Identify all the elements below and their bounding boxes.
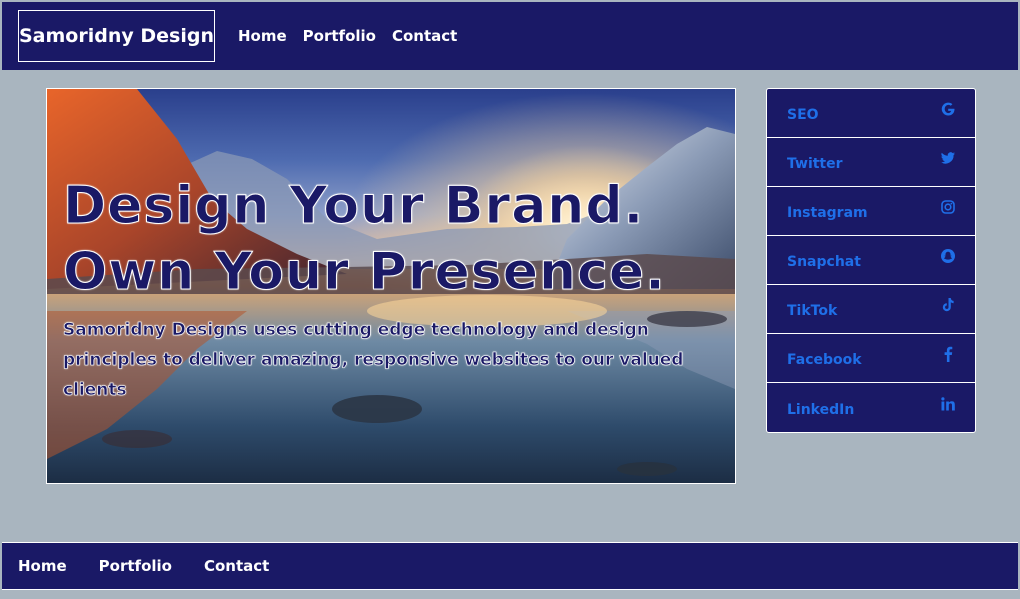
social-item-linkedin[interactable]: LinkedIn bbox=[767, 383, 975, 432]
social-label-instagram: Instagram bbox=[787, 205, 868, 221]
social-item-facebook[interactable]: Facebook bbox=[767, 334, 975, 383]
footer-nav-links: Home Portfolio Contact bbox=[18, 543, 269, 589]
twitter-icon bbox=[939, 149, 957, 167]
google-icon bbox=[939, 100, 957, 118]
snapchat-icon bbox=[939, 247, 957, 265]
social-item-snapchat[interactable]: Snapchat bbox=[767, 236, 975, 285]
social-label-snapchat: Snapchat bbox=[787, 254, 861, 270]
linkedin-icon bbox=[939, 395, 957, 413]
hero-title: Design Your Brand. Own Your Presence. bbox=[62, 173, 666, 305]
hero-title-line-2: Own Your Presence. bbox=[63, 242, 666, 303]
hero-banner: Design Your Brand. Own Your Presence. Sa… bbox=[46, 88, 736, 484]
brand-logo[interactable]: Samoridny Design bbox=[18, 10, 215, 62]
hero-description: Samoridny Designs uses cutting edge tech… bbox=[63, 320, 684, 401]
social-item-twitter[interactable]: Twitter bbox=[767, 138, 975, 187]
top-nav-links: Home Portfolio Contact bbox=[238, 2, 457, 70]
hero-title-line-1: Design Your Brand. bbox=[62, 176, 645, 237]
footer-link-contact[interactable]: Contact bbox=[204, 557, 269, 575]
tiktok-icon bbox=[939, 296, 957, 314]
nav-link-home[interactable]: Home bbox=[238, 27, 287, 45]
social-links-list: SEO Twitter Instagram Snapchat TikTok Fa… bbox=[766, 88, 976, 433]
social-label-seo: SEO bbox=[787, 107, 819, 123]
social-item-seo[interactable]: SEO bbox=[767, 89, 975, 138]
social-item-instagram[interactable]: Instagram bbox=[767, 187, 975, 236]
footer-navbar: Home Portfolio Contact bbox=[2, 542, 1018, 590]
footer-link-home[interactable]: Home bbox=[18, 557, 67, 575]
nav-link-contact[interactable]: Contact bbox=[392, 27, 457, 45]
footer-link-portfolio[interactable]: Portfolio bbox=[99, 557, 172, 575]
social-label-twitter: Twitter bbox=[787, 156, 843, 172]
nav-link-portfolio[interactable]: Portfolio bbox=[303, 27, 376, 45]
social-label-linkedin: LinkedIn bbox=[787, 401, 855, 418]
facebook-icon bbox=[939, 345, 957, 363]
top-navbar: Samoridny Design Home Portfolio Contact bbox=[2, 2, 1018, 70]
social-item-tiktok[interactable]: TikTok bbox=[767, 285, 975, 334]
social-label-tiktok: TikTok bbox=[787, 303, 838, 319]
social-label-facebook: Facebook bbox=[787, 352, 862, 368]
instagram-icon bbox=[939, 198, 957, 216]
